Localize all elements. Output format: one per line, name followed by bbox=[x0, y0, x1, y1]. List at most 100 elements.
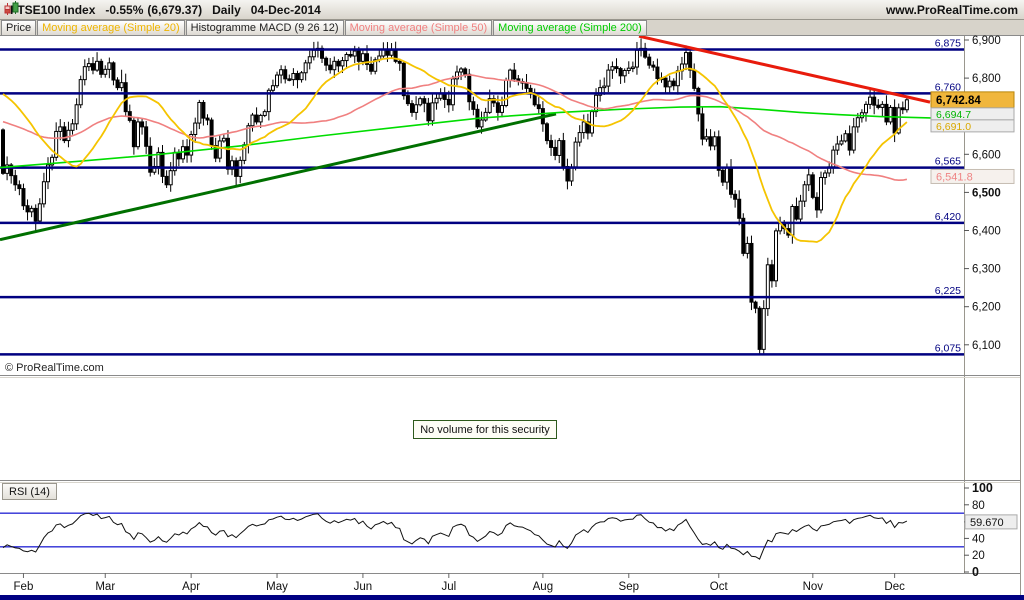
candle-body bbox=[197, 101, 202, 124]
candle-body bbox=[29, 207, 34, 213]
candle-body bbox=[13, 175, 18, 186]
prorealtime-window: FTSE100 Index -0.55% (6,679.37) Daily 04… bbox=[0, 0, 1024, 600]
candle-body bbox=[90, 63, 95, 71]
candle-body bbox=[37, 203, 42, 222]
candle-body bbox=[904, 99, 909, 111]
candle-body bbox=[716, 136, 721, 171]
candle-body bbox=[307, 56, 312, 64]
candle-body bbox=[536, 104, 541, 110]
candle-body bbox=[663, 77, 668, 88]
candle-body bbox=[794, 205, 799, 220]
candle-body bbox=[279, 69, 284, 76]
candle-body bbox=[835, 143, 840, 151]
candle-body bbox=[757, 307, 762, 350]
candle-body bbox=[753, 301, 758, 309]
price-tick-label: 6,200 bbox=[972, 302, 1001, 314]
candle-body bbox=[356, 50, 361, 62]
month-label: Oct bbox=[710, 581, 729, 593]
candle-body bbox=[802, 184, 807, 202]
copyright-watermark: © ProRealTime.com bbox=[5, 362, 104, 374]
candle-body bbox=[401, 62, 406, 97]
candle-body bbox=[283, 69, 288, 80]
candle-body bbox=[549, 140, 554, 148]
candle-body bbox=[626, 67, 631, 71]
candle-body bbox=[622, 69, 627, 77]
candle-body bbox=[344, 53, 349, 62]
candle-body bbox=[66, 129, 71, 142]
price-tick-label: 6,600 bbox=[972, 149, 1001, 161]
candle-body bbox=[459, 68, 464, 73]
candle-body bbox=[389, 49, 394, 56]
candle-body bbox=[765, 264, 770, 310]
price-box-label: 6,541.8 bbox=[936, 171, 973, 183]
candle-body bbox=[655, 66, 660, 79]
candle-body bbox=[863, 103, 868, 114]
candle-body bbox=[499, 105, 504, 113]
candle-body bbox=[790, 205, 795, 236]
candle-body bbox=[634, 49, 639, 68]
candle-body bbox=[41, 181, 46, 205]
price-box-label: 6,742.84 bbox=[936, 95, 981, 107]
trendline-rising-support bbox=[0, 112, 557, 242]
candle-body bbox=[140, 121, 145, 128]
candle-body bbox=[483, 111, 488, 121]
candle-body bbox=[692, 69, 697, 89]
candle-body bbox=[769, 264, 774, 282]
price-tick-label: 6,500 bbox=[972, 187, 1001, 199]
rsi-indicator-tab[interactable]: RSI (14) bbox=[2, 483, 57, 500]
candle-body bbox=[446, 98, 451, 106]
candle-body bbox=[851, 126, 856, 151]
candle-body bbox=[332, 60, 337, 71]
month-label: Sep bbox=[619, 581, 639, 593]
panel-borders bbox=[0, 36, 1021, 595]
candle-body bbox=[495, 102, 500, 113]
month-label: Jun bbox=[354, 581, 373, 593]
candle-body bbox=[667, 80, 672, 88]
candle-body bbox=[479, 119, 484, 128]
rsi-line bbox=[2, 512, 908, 560]
candle-body bbox=[872, 96, 877, 106]
candle-body bbox=[614, 66, 619, 70]
candle-body bbox=[111, 62, 116, 81]
candle-body bbox=[103, 68, 108, 75]
candle-body bbox=[618, 68, 623, 77]
candle-body bbox=[450, 78, 455, 106]
candle-body bbox=[205, 117, 210, 121]
candle-body bbox=[119, 82, 124, 89]
candle-body bbox=[700, 113, 705, 140]
candle-body bbox=[900, 107, 905, 111]
candle-body bbox=[888, 106, 893, 123]
candle-body bbox=[761, 308, 766, 350]
candle-body bbox=[221, 137, 226, 142]
candle-body bbox=[847, 133, 852, 151]
candle-body bbox=[749, 242, 754, 303]
candle-body bbox=[115, 79, 120, 89]
month-label: Feb bbox=[14, 581, 34, 593]
candle-body bbox=[369, 63, 374, 72]
candle-body bbox=[131, 119, 136, 148]
price-tick-label: 6,100 bbox=[972, 340, 1001, 352]
candle-body bbox=[176, 151, 181, 160]
candle-body bbox=[806, 174, 811, 186]
rsi-tick-label: 20 bbox=[972, 550, 985, 562]
candle-body bbox=[569, 166, 574, 182]
candle-body bbox=[270, 85, 275, 91]
candle-body bbox=[336, 60, 341, 67]
candle-body bbox=[287, 78, 292, 81]
candle-body bbox=[348, 53, 353, 57]
bottom-accent-bar bbox=[0, 595, 1024, 600]
candle-body bbox=[422, 98, 427, 104]
price-tick-label: 6,400 bbox=[972, 226, 1001, 238]
candle-body bbox=[340, 60, 345, 67]
candle-body bbox=[467, 73, 472, 103]
candle-body bbox=[397, 60, 402, 64]
candle-body bbox=[262, 111, 267, 116]
price-tick-label: 6,900 bbox=[972, 35, 1001, 47]
candle-body bbox=[225, 137, 230, 170]
candle-body bbox=[21, 188, 26, 207]
candle-body bbox=[463, 68, 468, 75]
candle-body bbox=[892, 106, 897, 134]
month-label: Apr bbox=[182, 581, 200, 593]
candle-body bbox=[70, 123, 75, 131]
candle-body bbox=[193, 122, 198, 135]
